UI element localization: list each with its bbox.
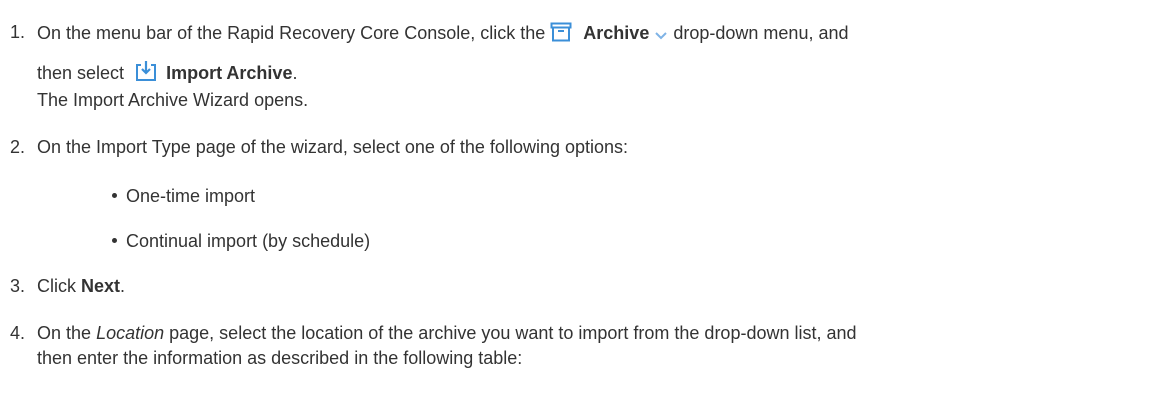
step-text: .: [292, 63, 298, 83]
step-text: On the Import Type page of the wizard, s…: [37, 137, 629, 157]
step-4-line-1: On the Location page, select the locatio…: [37, 323, 857, 344]
step-text: On the menu bar of the Rapid Recovery Co…: [37, 23, 546, 43]
list-item: Continual import (by schedule): [112, 231, 370, 252]
list-item: One-time import: [112, 186, 255, 207]
step-number: 2.: [10, 137, 26, 157]
step-1-line-1: On the menu bar of the Rapid Recovery Co…: [37, 22, 849, 47]
step-text: On the: [37, 323, 92, 343]
option-label: Continual import (by schedule): [126, 231, 371, 251]
chevron-down-icon: [654, 26, 668, 47]
option-label: One-time import: [126, 186, 256, 206]
archive-menu-label: Archive: [583, 23, 650, 43]
step-text: page, select the location of the archive…: [169, 323, 857, 343]
archive-box-icon: [550, 22, 572, 47]
step-number: 1.: [10, 22, 26, 42]
location-label: Location: [96, 323, 165, 343]
next-label: Next: [81, 276, 121, 296]
bullet-icon: [112, 238, 117, 243]
step-number: 3.: [10, 276, 26, 296]
import-archive-icon: [135, 60, 157, 87]
step-text: then select: [37, 63, 125, 83]
step-3-line: Click Next.: [37, 276, 125, 297]
import-archive-label: Import Archive: [166, 63, 293, 83]
step-text: then enter the information as described …: [37, 348, 523, 368]
step-text: drop-down menu, and: [673, 23, 849, 43]
step-number: 4.: [10, 323, 26, 343]
step-text: The Import Archive Wizard opens.: [37, 90, 309, 110]
step-text: .: [120, 276, 126, 296]
bullet-icon: [112, 193, 117, 198]
step-text: Click: [37, 276, 76, 296]
step-1-line-2: then select Import Archive.: [37, 60, 297, 87]
